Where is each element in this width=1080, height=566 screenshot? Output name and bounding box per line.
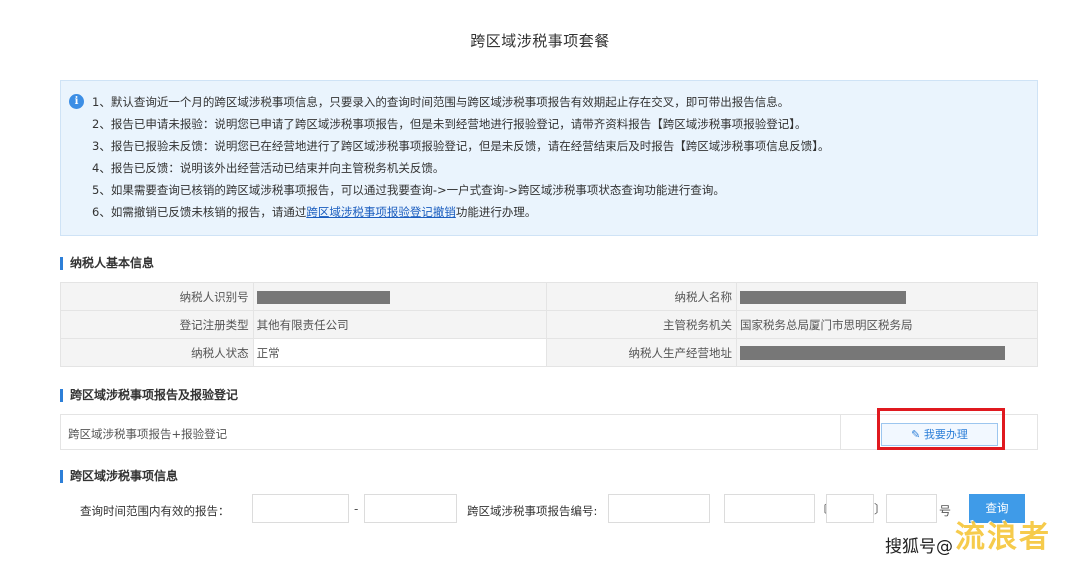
notice-panel: i 1、默认查询近一个月的跨区域涉税事项信息，只要录入的查询时间范围与跨区域涉税… (60, 80, 1038, 236)
divider (840, 415, 841, 449)
report-number-label: 跨区域涉税事项报告编号: (467, 504, 598, 518)
page-title: 跨区域涉税事项套餐 (470, 32, 610, 50)
taxpayer-status-value: 正常 (252, 338, 548, 367)
taxpayer-id-label: 纳税人识别号 (60, 282, 254, 311)
tax-authority-value: 国家税务总局厦门市思明区税务局 (736, 310, 1038, 339)
number-suffix: 号 (939, 504, 952, 518)
taxpayer-section-title: 纳税人基本信息 (60, 257, 154, 270)
taxpayer-status-label: 纳税人状态 (60, 338, 254, 367)
end-date-input[interactable] (364, 494, 457, 523)
notice-line-3: 3、报告已报验未反馈：说明您已在经营地进行了跨区域涉税事项报验登记，但是未反馈，… (92, 139, 830, 153)
taxpayer-info-table: 纳税人识别号 纳税人名称 登记注册类型 其他有限责任公司 主管税务机关 国家税务… (60, 282, 1038, 367)
watermark-logo: 流浪者 (955, 520, 1051, 555)
notice-line-6-suffix: 功能进行办理。 (455, 205, 537, 219)
report-number-input-2[interactable] (724, 494, 815, 523)
tax-authority-label: 主管税务机关 (546, 310, 738, 339)
business-address-label: 纳税人生产经营地址 (546, 338, 738, 367)
redacted-mask (256, 290, 390, 304)
notice-line-1: 1、默认查询近一个月的跨区域涉税事项信息，只要录入的查询时间范围与跨区域涉税事项… (92, 95, 790, 109)
notice-line-4: 4、报告已反馈：说明该外出经营活动已结束并向主管税务机关反馈。 (92, 161, 445, 175)
bracket-close: 〕 (874, 502, 887, 516)
notice-line-5: 5、如果需要查询已核销的跨区域涉税事项报告，可以通过我要查询->一户式查询->跨… (92, 183, 725, 197)
redacted-mask (740, 345, 1006, 360)
notice-line-2: 2、报告已申请未报验：说明您已申请了跨区域涉税事项报告，但是未到经营地进行报验登… (92, 117, 807, 131)
revoke-registration-link[interactable]: 跨区域涉税事项报验登记撤销 (306, 205, 456, 219)
table-row: 纳税人状态 正常 纳税人生产经营地址 (60, 338, 1038, 367)
taxpayer-name-value (736, 282, 1038, 311)
table-row: 纳税人识别号 纳税人名称 (60, 282, 1038, 311)
info-icon: i (69, 94, 84, 109)
notice-line-6-prefix: 6、如需撤销已反馈未核销的报告，请通过 (92, 205, 307, 219)
registration-type-label: 登记注册类型 (60, 310, 254, 339)
date-range-label: 查询时间范围内有效的报告： (80, 504, 230, 518)
redacted-mask (740, 290, 907, 304)
query-section-title: 跨区域涉税事项信息 (60, 470, 178, 483)
report-number-input-1[interactable] (608, 494, 710, 523)
start-date-input[interactable] (252, 494, 349, 523)
range-separator: - (354, 502, 359, 516)
notice-line-6: 6、如需撤销已反馈未核销的报告，请通过跨区域涉税事项报验登记撤销功能进行办理。 (92, 204, 536, 220)
business-address-value (736, 338, 1038, 367)
report-registration-label: 跨区域涉税事项报告+报验登记 (68, 427, 228, 441)
table-row: 登记注册类型 其他有限责任公司 主管税务机关 国家税务总局厦门市思明区税务局 (60, 310, 1038, 339)
report-section-title: 跨区域涉税事项报告及报验登记 (60, 389, 238, 402)
sohu-watermark: 搜狐号@ (885, 537, 953, 557)
report-serial-input[interactable] (886, 494, 937, 523)
report-year-input[interactable] (826, 494, 874, 523)
taxpayer-id-value (252, 282, 548, 311)
taxpayer-name-label: 纳税人名称 (546, 282, 738, 311)
registration-type-value: 其他有限责任公司 (252, 310, 548, 339)
highlight-annotation (877, 408, 1005, 450)
